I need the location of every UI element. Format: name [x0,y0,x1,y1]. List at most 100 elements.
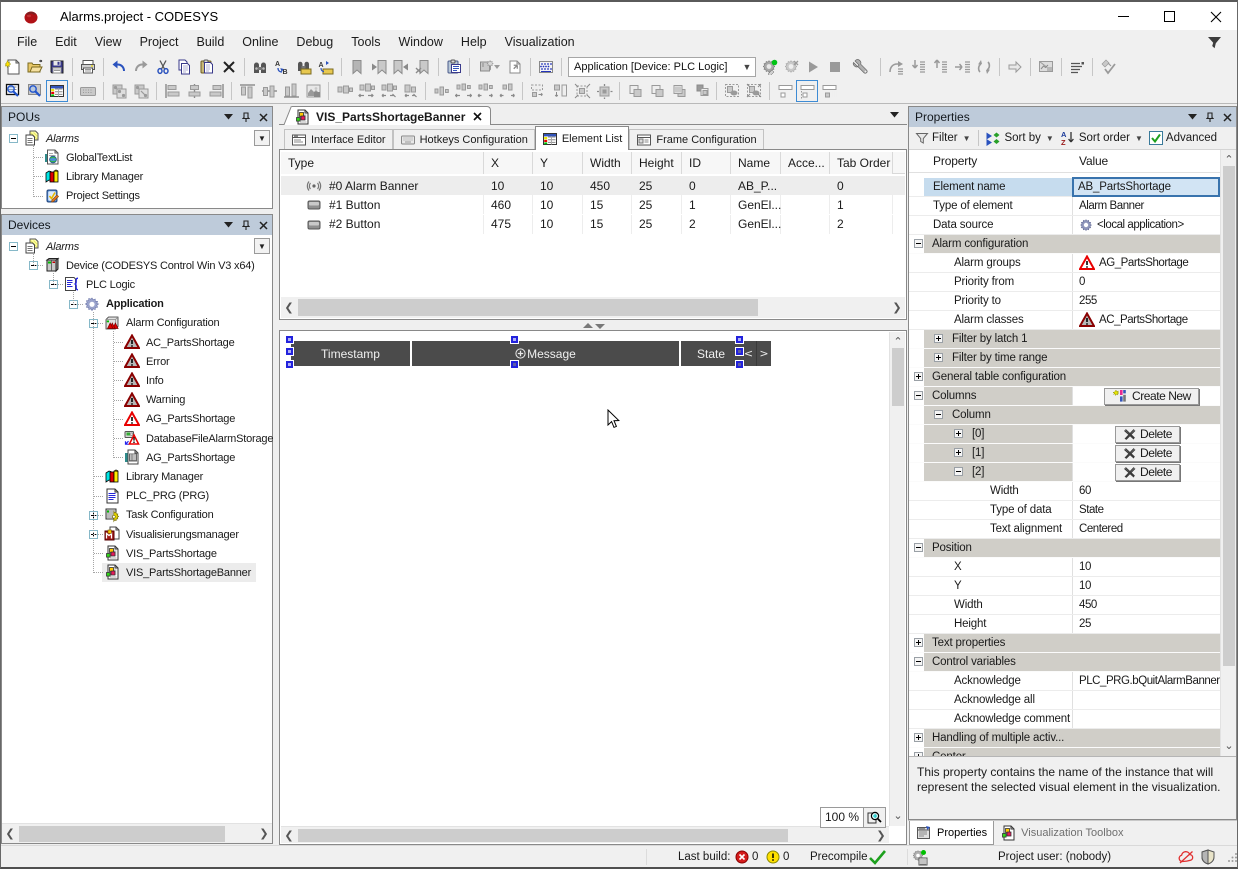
tree-item-plc-logic[interactable]: PLC Logic [2,275,272,294]
tree-item-alarm-configuration[interactable]: Alarm Configuration [2,314,272,333]
stop-button[interactable] [824,56,846,78]
undo-button[interactable] [108,56,130,78]
save-button[interactable] [46,56,68,78]
keyboard-button[interactable] [77,80,99,102]
element-row-2[interactable]: #2 Button4751015252GenEl...2 [281,215,905,234]
property-value[interactable]: State [1072,501,1220,519]
tree-item-plc-prg-prg-[interactable]: PLC_PRG (PRG) [2,487,272,506]
tree-item-visualisierungsmanager[interactable]: Visualisierungsmanager [2,525,272,544]
find-button[interactable] [249,56,271,78]
devices-close-icon[interactable] [259,221,268,230]
bm-clear-button[interactable] [412,56,434,78]
property-value[interactable]: AB_PartsShortage [1072,177,1220,197]
export-button[interactable] [504,56,526,78]
scroll-thumb[interactable] [298,299,758,316]
menu-build[interactable]: Build [187,31,233,53]
document-tab-close-icon[interactable] [473,112,482,121]
align-center-button[interactable] [183,80,205,102]
visu-style-button[interactable] [535,56,557,78]
property-row-acknowledge-all[interactable]: Acknowledge all [909,691,1220,710]
mode-grid-button[interactable] [818,80,840,102]
zoom-value[interactable]: 100 % [820,807,864,828]
dist-4-button[interactable] [496,80,518,102]
tree-item-task-configuration[interactable]: Task Configuration [2,506,272,525]
build-check-button[interactable] [1097,56,1119,78]
minimize-button[interactable] [1101,2,1146,31]
sort-by-dropdown[interactable]: Sort by ▼ [983,130,1057,146]
property-group-handling-of-multiple-activ-[interactable]: Handling of multiple activ... [909,729,1220,748]
reset-button[interactable] [973,56,995,78]
column-header-height[interactable]: Height [632,152,682,174]
dist-1-button[interactable] [430,80,452,102]
properties-dropdown-icon[interactable] [1188,114,1197,120]
selection-handle[interactable] [511,336,518,343]
order-4-button[interactable] [690,80,712,102]
menu-file[interactable]: File [8,31,46,53]
property-row-type-of-data[interactable]: Type of dataState [909,501,1220,520]
start-button[interactable] [802,56,824,78]
alarm-banner-column-state[interactable]: State [681,341,741,366]
align-left-button[interactable] [161,80,183,102]
delete-button[interactable]: Delete [1115,464,1180,481]
order-2-button[interactable] [646,80,668,102]
properties-pin-icon[interactable] [1206,112,1214,123]
property-group--0-[interactable]: [0]Delete [909,425,1220,444]
scroll-right-icon[interactable]: ❯ [873,827,889,844]
close-button[interactable] [1193,2,1238,31]
advanced-checkbox[interactable]: Advanced [1147,131,1219,145]
property-group--1-[interactable]: [1]Delete [909,444,1220,463]
size-w-button[interactable] [333,80,355,102]
property-group-filter-by-time-range[interactable]: Filter by time range [909,349,1220,368]
paste-button[interactable] [196,56,218,78]
offline-icon[interactable] [1177,846,1195,868]
devices-hscrollbar[interactable]: ❮ ❯ [2,823,272,843]
bookmark-button[interactable] [346,56,368,78]
new-button[interactable] [2,56,24,78]
tree-expander-expanded[interactable] [9,242,18,251]
tpl1-button[interactable] [108,80,130,102]
property-value[interactable]: Alarm Banner [1072,197,1220,215]
fit-1-button[interactable] [527,80,549,102]
group-button[interactable] [721,80,743,102]
property-group--2-[interactable]: [2]Delete [909,463,1220,482]
fit-4-button[interactable] [593,80,615,102]
element-list-button[interactable] [46,80,68,102]
menu-visualization[interactable]: Visualization [496,31,584,53]
selection-handle[interactable] [286,336,293,343]
property-row-acknowledge-comment[interactable]: Acknowledge comment [909,710,1220,729]
property-row-priority-from[interactable]: Priority from0 [909,273,1220,292]
element-row-1[interactable]: #1 Button4601015251GenEl...1 [281,195,905,214]
column-header-width[interactable]: Width [583,152,632,174]
value-column-header[interactable]: Value [1079,154,1108,168]
tree-root-dropdown[interactable]: ▼ [254,130,270,146]
property-group-column[interactable]: Column [909,406,1220,425]
bm-prev-button[interactable] [368,56,390,78]
column-header-x[interactable]: X [484,152,533,174]
property-value[interactable] [1072,710,1220,728]
tab-list-dropdown-icon[interactable] [890,112,899,118]
property-row-x[interactable]: X10 [909,558,1220,577]
property-row-element-name[interactable]: Element nameAB_PartsShortage [909,178,1220,197]
tree-item-ag-partsshortage[interactable]: AG_PartsShortage [2,448,272,467]
tree-item-warning[interactable]: Warning [2,391,272,410]
property-group-columns[interactable]: ColumnsCreate New [909,387,1220,406]
property-value[interactable] [1072,691,1220,709]
align-right-button[interactable] [205,80,227,102]
pous-dropdown-icon[interactable] [224,114,233,120]
property-row-priority-to[interactable]: Priority to255 [909,292,1220,311]
element-row-0[interactable]: #0 Alarm Banner1010450250AB_P...0 [281,176,905,195]
property-value[interactable]: 10 [1072,577,1220,595]
selection-handle[interactable] [736,361,743,368]
menu-view[interactable]: View [86,31,131,53]
dist-3-button[interactable] [474,80,496,102]
visualization-canvas[interactable]: TimestampMessageState<> [281,332,889,826]
column-header-acce-[interactable]: Acce... [781,152,830,174]
scroll-thumb[interactable] [1223,166,1235,666]
menu-project[interactable]: Project [131,31,188,53]
property-row-alarm-groups[interactable]: Alarm groupsAG_PartsShortage [909,254,1220,273]
create-new-button[interactable]: Create New [1104,388,1199,405]
group-expander-collapsed[interactable] [954,448,963,457]
group-expander-collapsed[interactable] [914,733,923,742]
tree-item-ag-partsshortage[interactable]: AG_PartsShortage [2,410,272,429]
property-value[interactable]: AC_PartsShortage [1072,311,1220,329]
